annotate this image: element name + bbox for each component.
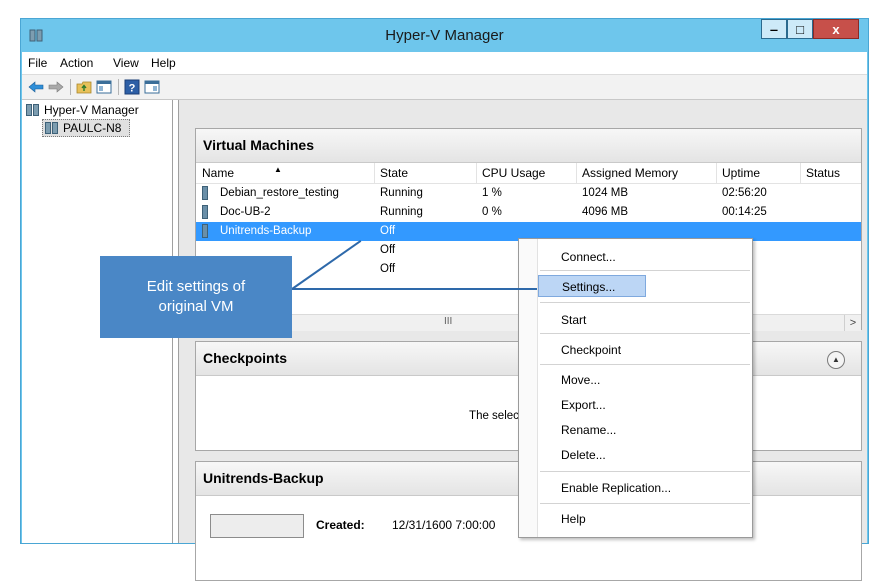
back-arrow-icon[interactable] (28, 79, 44, 95)
vm-cpu: 0 % (482, 206, 502, 218)
vm-state: Running (380, 187, 423, 199)
tree-child-label: PAULC-N8 (63, 121, 122, 135)
column-divider[interactable] (374, 163, 375, 183)
toolbar-separator (118, 79, 119, 95)
menu-item-settings[interactable]: Settings... (538, 275, 646, 297)
collapse-pane-icon[interactable]: ▲ (827, 351, 845, 369)
menu-help[interactable]: Help (151, 56, 176, 70)
vm-state: Off (380, 225, 396, 237)
virtual-machine-icon (202, 186, 208, 200)
menu-separator (540, 503, 750, 504)
window-title: Hyper-V Manager (385, 27, 504, 44)
menu-item-enable-replication[interactable]: Enable Replication... (538, 477, 750, 499)
vm-memory: 1024 MB (582, 187, 629, 199)
menu-item-label: Delete... (561, 448, 606, 462)
title-bar[interactable]: Hyper-V Manager ‒ □ x (21, 19, 868, 52)
close-button[interactable]: x (813, 19, 859, 39)
menu-item-move[interactable]: Move... (538, 369, 750, 391)
virtual-machines-header: Virtual Machines (196, 129, 861, 163)
column-divider[interactable] (716, 163, 717, 183)
help-icon[interactable]: ? (124, 79, 140, 95)
svg-text:?: ? (129, 83, 136, 95)
menu-view[interactable]: View (113, 56, 139, 70)
server-icon (45, 122, 58, 134)
menu-item-label: Start (561, 313, 587, 327)
vm-column-headers: Name ▲ State CPU Usage Assigned Memory U… (196, 163, 861, 184)
toolbar: ? (22, 75, 867, 100)
annotation-callout: Edit settings of original VM (100, 256, 292, 338)
vm-name: Doc-UB-2 (220, 206, 271, 218)
vm-memory: 4096 MB (582, 206, 629, 218)
vm-state: Off (380, 263, 396, 275)
menu-item-delete[interactable]: Delete... (538, 444, 750, 466)
menu-item-label: Help (561, 512, 586, 526)
folder-up-icon[interactable] (76, 79, 92, 95)
vm-uptime: 00:14:25 (722, 206, 767, 218)
menu-item-label: Connect... (561, 250, 616, 264)
vm-cpu: 1 % (482, 187, 502, 199)
vm-state: Running (380, 206, 423, 218)
column-uptime[interactable]: Uptime (722, 166, 760, 180)
vm-uptime: 02:56:20 (722, 187, 767, 199)
hyperv-manager-icon (26, 104, 39, 116)
menu-separator (540, 333, 750, 334)
virtual-machine-icon (202, 205, 208, 219)
tree-item-paulc-n8[interactable]: PAULC-N8 (42, 119, 131, 137)
vm-name: Debian_restore_testing (220, 187, 339, 199)
menu-item-label: Settings... (562, 280, 616, 294)
column-divider[interactable] (576, 163, 577, 183)
sort-ascending-icon: ▲ (274, 165, 282, 174)
vm-context-menu: Connect... Settings... Start Checkpoint … (518, 238, 753, 538)
vm-thumbnail (210, 514, 304, 538)
menu-item-help[interactable]: Help (538, 508, 750, 530)
menu-item-label: Checkpoint (561, 343, 622, 357)
forward-arrow-icon[interactable] (48, 79, 64, 95)
vm-state: Off (380, 244, 396, 256)
menu-action[interactable]: Action (60, 56, 93, 70)
menu-item-label: Export... (561, 398, 606, 412)
menu-item-label: Enable Replication... (561, 481, 672, 495)
menu-separator (540, 302, 750, 303)
virtual-machine-icon (202, 224, 208, 238)
menu-item-connect[interactable]: Connect... (538, 246, 750, 268)
column-status[interactable]: Status (806, 166, 840, 180)
column-assigned-memory[interactable]: Assigned Memory (582, 166, 678, 180)
scroll-right-button[interactable]: > (844, 315, 861, 331)
column-name[interactable]: Name (202, 166, 234, 180)
menu-item-checkpoint[interactable]: Checkpoint (538, 339, 750, 361)
action-pane-icon[interactable] (144, 79, 160, 95)
column-cpu-usage[interactable]: CPU Usage (482, 166, 545, 180)
vm-name: Unitrends-Backup (220, 225, 312, 237)
created-value: 12/31/1600 7:00:00 (392, 518, 496, 532)
menu-item-start[interactable]: Start (538, 309, 750, 331)
menu-separator (540, 364, 750, 365)
menu-item-rename[interactable]: Rename... (538, 419, 750, 441)
column-divider[interactable] (800, 163, 801, 183)
menu-separator (540, 471, 750, 472)
menu-icon-strip (519, 239, 538, 537)
column-divider[interactable] (476, 163, 477, 183)
menu-item-label: Rename... (561, 423, 617, 437)
vm-row[interactable]: Doc-UB-2 Running 0 % 4096 MB 00:14:25 (196, 203, 861, 222)
menu-file[interactable]: File (28, 56, 47, 70)
callout-line-2: original VM (158, 298, 234, 315)
maximize-button[interactable]: □ (787, 19, 813, 39)
minimize-button[interactable]: ‒ (761, 19, 787, 39)
callout-line-1: Edit settings of (146, 278, 246, 295)
menu-item-export[interactable]: Export... (538, 394, 750, 416)
callout-pointer-line (292, 288, 537, 290)
created-label: Created: (316, 518, 365, 532)
vm-row[interactable]: Debian_restore_testing Running 1 % 1024 … (196, 184, 861, 203)
toolbar-separator (70, 79, 71, 95)
scroll-grip[interactable]: III (444, 316, 452, 327)
column-state[interactable]: State (380, 166, 408, 180)
tree-root-label: Hyper-V Manager (44, 103, 139, 117)
console-tree-icon[interactable] (96, 79, 112, 95)
menu-item-label: Move... (561, 373, 601, 387)
menu-separator (540, 270, 750, 271)
tree-root-hyperv-manager[interactable]: Hyper-V Manager (26, 103, 139, 117)
menu-bar: File Action View Help (22, 52, 867, 75)
